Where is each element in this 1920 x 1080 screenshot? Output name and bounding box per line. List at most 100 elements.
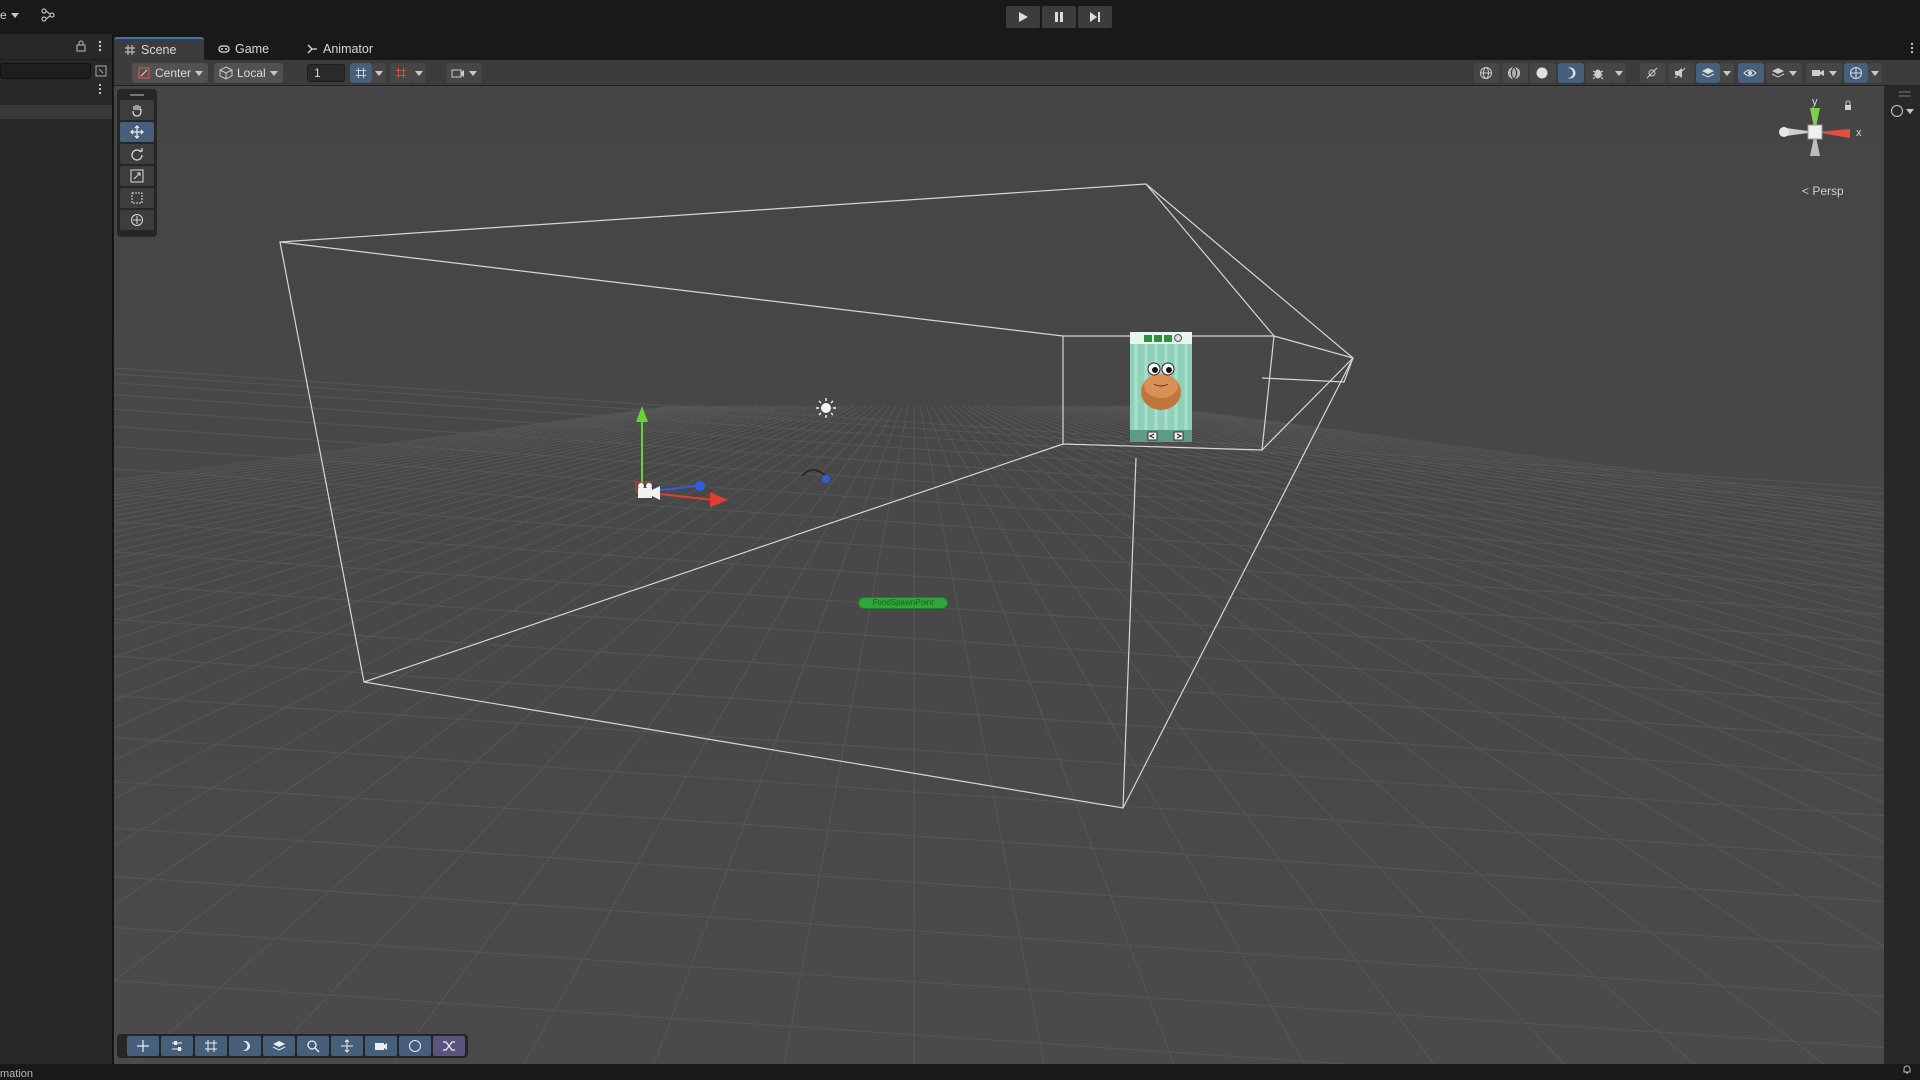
food-spawn-point-label[interactable]: FoodSpawnPoint: [858, 597, 948, 609]
grid-snap-dropdown[interactable]: [372, 63, 386, 83]
kebab-menu-icon[interactable]: [1910, 42, 1914, 54]
search-options-icon[interactable]: [95, 65, 107, 77]
kebab-menu-icon[interactable]: [98, 39, 102, 53]
chevron-down-icon: [195, 70, 204, 76]
hierarchy-search-input[interactable]: [0, 63, 91, 79]
chevron-down-icon: [1829, 70, 1837, 76]
hash-icon: [125, 44, 135, 55]
grid-snapping-button[interactable]: [350, 63, 372, 83]
status-icons: [1902, 1064, 1912, 1080]
food-spawn-point-text: FoodSpawnPoint: [872, 598, 934, 607]
overlay-settings-button[interactable]: [161, 1036, 193, 1056]
overlay-grip-handle[interactable]: [120, 92, 154, 98]
globe-wireframe-icon: [1480, 67, 1492, 79]
chevron-down-icon: [1723, 70, 1731, 76]
hierarchy-scene-row[interactable]: [0, 81, 112, 95]
camera-tools-dropdown[interactable]: [446, 63, 482, 83]
rect-tool-button[interactable]: [120, 188, 154, 208]
overlay-navigation-button[interactable]: [399, 1036, 431, 1056]
draw-mode-wireframe-button[interactable]: [1474, 63, 1500, 83]
bug-icon: [1592, 69, 1604, 80]
top-left-controls: e: [0, 8, 55, 22]
increment-snap-dropdown[interactable]: [412, 63, 426, 83]
overlay-layers-button[interactable]: [263, 1036, 295, 1056]
layers-icon: [272, 1041, 286, 1051]
moon-sphere-icon: [1563, 67, 1576, 79]
gamepad-icon: [218, 44, 230, 53]
view-tool-button[interactable]: [120, 100, 154, 120]
step-button[interactable]: [1078, 6, 1112, 28]
tools-overlay: [117, 89, 157, 237]
debug-draw-dropdown[interactable]: [1612, 63, 1626, 83]
overlay-menu-icon[interactable]: [1898, 90, 1912, 98]
grid-increment-input[interactable]: 1: [307, 64, 345, 82]
grid-increment-value: 1: [314, 66, 321, 80]
audio-off-icon: [1674, 67, 1686, 79]
scale-tool-button[interactable]: [120, 166, 154, 186]
tab-scene[interactable]: Scene: [114, 37, 204, 60]
scene-effects-button[interactable]: [1696, 63, 1720, 83]
projection-toggle[interactable]: < Persp: [1802, 184, 1844, 198]
gizmos-dropdown[interactable]: [1868, 63, 1882, 83]
rotate-icon: [131, 148, 143, 161]
tab-game-label: Game: [235, 41, 270, 56]
pause-icon: [1055, 12, 1063, 22]
tab-game[interactable]: Game: [208, 37, 279, 60]
overlay-move-button[interactable]: [127, 1036, 159, 1056]
scene-visibility-button[interactable]: [1738, 63, 1764, 83]
directional-light-icon[interactable]: [816, 398, 836, 418]
version-control-icon[interactable]: [41, 8, 55, 22]
kebab-menu-icon[interactable]: [98, 83, 102, 95]
pivot-space-dropdown[interactable]: Local: [214, 63, 283, 83]
scene-viewport[interactable]: FoodSpawnPoint y x < Persp: [114, 86, 1884, 1064]
gizmo-globe-icon: [1850, 67, 1862, 79]
playmode-controls: [1006, 6, 1112, 28]
overlay-shuffle-button[interactable]: [433, 1036, 465, 1056]
gizmos-button[interactable]: [1844, 63, 1868, 83]
projection-label: Persp: [1812, 184, 1844, 198]
chevron-down-icon: [1871, 70, 1879, 76]
draw-mode-shaded-button[interactable]: [1530, 63, 1556, 83]
overlay-camera-button[interactable]: [365, 1036, 397, 1056]
rotate-tool-button[interactable]: [120, 144, 154, 164]
layers-icon: [1771, 68, 1785, 78]
bell-icon[interactable]: [1902, 1065, 1912, 1075]
view-orientation-gizmo[interactable]: y x: [1768, 86, 1868, 196]
pause-button[interactable]: [1042, 6, 1076, 28]
transform-icon: [131, 214, 143, 226]
lighting-off-icon: [1646, 67, 1658, 79]
step-icon: [1090, 12, 1100, 22]
scene-camera-dropdown[interactable]: [1806, 63, 1842, 83]
debug-draw-mode-button[interactable]: [1586, 63, 1612, 83]
scene-toolbar: Center Local 1: [114, 60, 1920, 86]
lock-icon[interactable]: [76, 40, 86, 52]
tab-animator[interactable]: Animator: [296, 37, 383, 60]
right-side-panel: [1884, 86, 1920, 1064]
scene-effects-dropdown[interactable]: [1720, 63, 1734, 83]
crosshair-icon: [341, 1039, 353, 1053]
overlay-grid-button[interactable]: [195, 1036, 227, 1056]
draw-mode-lit-button[interactable]: [1558, 63, 1584, 83]
play-button[interactable]: [1006, 6, 1040, 28]
move-tool-button[interactable]: [120, 122, 154, 142]
sliders-icon: [172, 1041, 182, 1051]
layout-dropdown[interactable]: e: [0, 8, 19, 22]
overlay-search-button[interactable]: [297, 1036, 329, 1056]
pou-canvas-sprite[interactable]: [1130, 332, 1192, 442]
orientation-dropdown[interactable]: [1890, 104, 1914, 118]
toggle-audio-button[interactable]: [1668, 63, 1694, 83]
toggle-2d-lighting-button[interactable]: [1640, 63, 1666, 83]
animator-icon: [307, 44, 317, 53]
hidden-layers-dropdown[interactable]: [1766, 63, 1802, 83]
overlay-pan-button[interactable]: [331, 1036, 363, 1056]
pivot-mode-dropdown[interactable]: Center: [132, 63, 209, 83]
hierarchy-selected-item[interactable]: [0, 105, 112, 119]
draw-mode-shaded-wireframe-button[interactable]: [1502, 63, 1528, 83]
overlay-toolbar-bottom: [117, 1034, 468, 1058]
transform-tool-button[interactable]: [120, 210, 154, 230]
overlay-lighting-button[interactable]: [229, 1036, 261, 1056]
increment-snap-button[interactable]: [390, 63, 412, 83]
increment-snap-icon: [395, 67, 407, 79]
search-icon: [307, 1040, 320, 1053]
layers-effects-icon: [1701, 68, 1715, 78]
